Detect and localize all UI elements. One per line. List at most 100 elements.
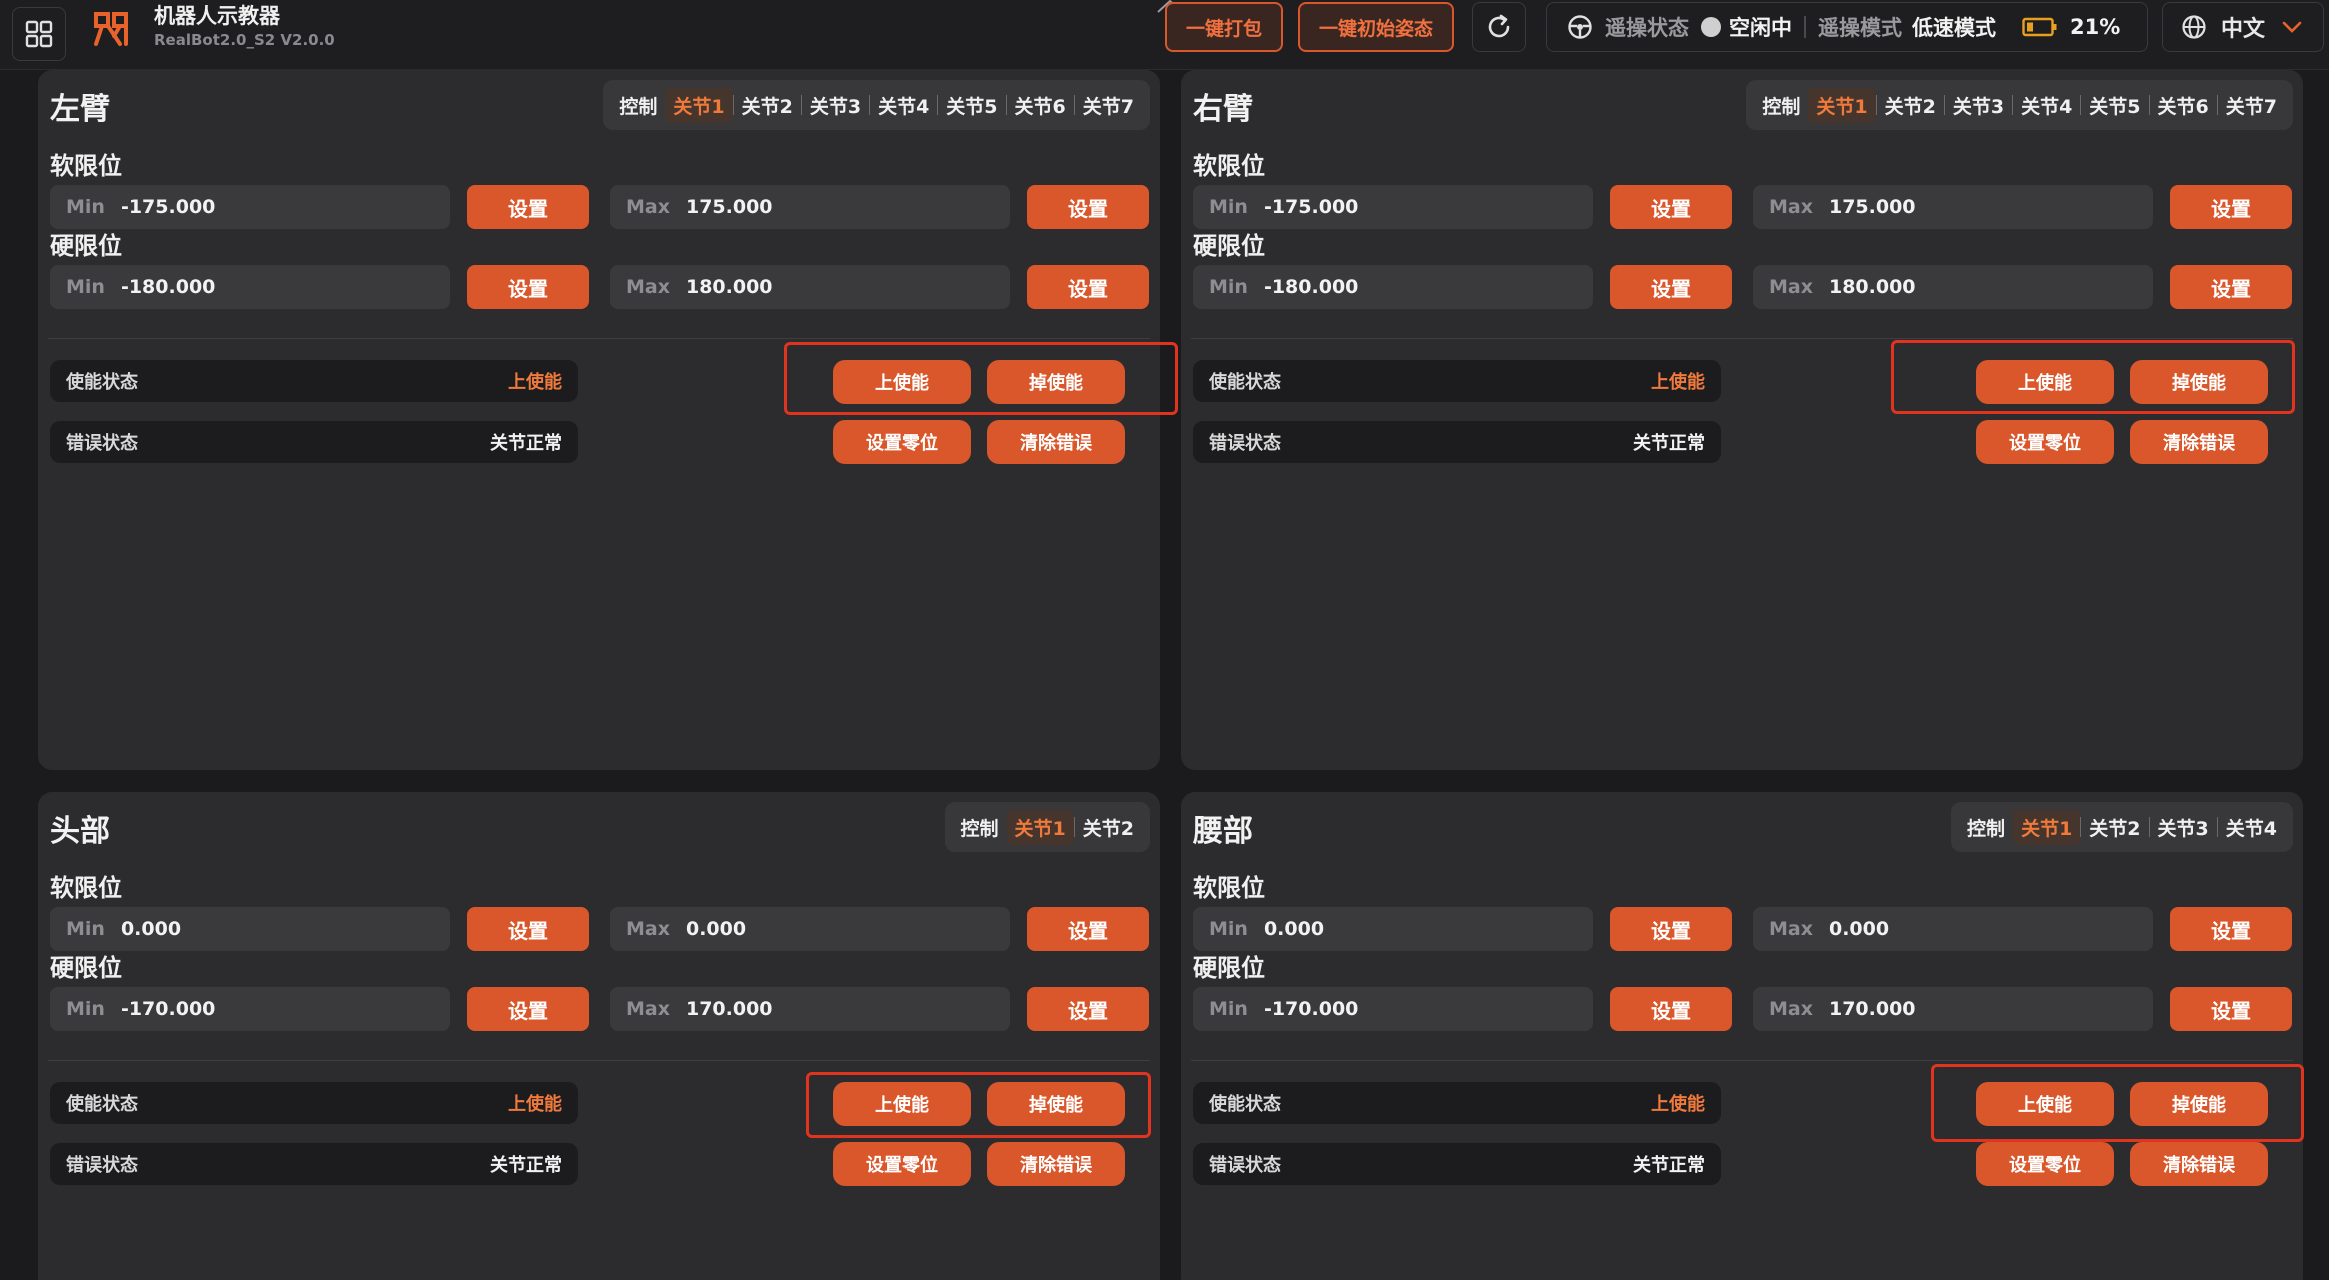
tab-joint-4[interactable]: 关节4 (2013, 88, 2080, 123)
max-label: Max (626, 276, 670, 298)
soft-min-field[interactable]: Min 0.000 (1193, 907, 1593, 951)
hard-max-value: 180.000 (1828, 276, 1916, 298)
set-zero-button[interactable]: 设置零位 (1976, 420, 2114, 464)
one-click-pack-button[interactable]: 一键打包 (1165, 2, 1283, 52)
set-hard-min-button[interactable]: 设置 (1610, 265, 1732, 309)
clear-error-button[interactable]: 清除错误 (987, 420, 1125, 464)
soft-max-field[interactable]: Max 175.000 (1753, 185, 2153, 229)
joint-tabs: 控制 关节1 关节2 关节3 关节4 关节5 关节6 关节7 (1746, 80, 2293, 130)
tab-control[interactable]: 控制 (611, 88, 665, 123)
hard-min-field[interactable]: Min -170.000 (50, 987, 450, 1031)
tab-joint-7[interactable]: 关节7 (1075, 88, 1142, 123)
set-soft-min-button[interactable]: 设置 (1610, 185, 1732, 229)
tab-control[interactable]: 控制 (953, 810, 1007, 845)
tab-joint-6[interactable]: 关节6 (2150, 88, 2217, 123)
set-hard-max-button[interactable]: 设置 (2170, 987, 2292, 1031)
max-label: Max (626, 998, 670, 1020)
set-zero-button[interactable]: 设置零位 (1976, 1142, 2114, 1186)
error-state-label: 错误状态 (66, 433, 138, 454)
min-label: Min (66, 998, 105, 1020)
clear-error-button[interactable]: 清除错误 (2130, 420, 2268, 464)
hard-max-field[interactable]: Max 180.000 (610, 265, 1010, 309)
soft-max-value: 175.000 (685, 196, 773, 218)
set-soft-max-button[interactable]: 设置 (1027, 185, 1149, 229)
set-hard-min-button[interactable]: 设置 (467, 987, 589, 1031)
soft-min-value: -175.000 (120, 196, 216, 218)
set-hard-max-button[interactable]: 设置 (1027, 265, 1149, 309)
soft-max-field[interactable]: Max 0.000 (1753, 907, 2153, 951)
highlight-box (1931, 1064, 2304, 1142)
set-soft-min-button[interactable]: 设置 (467, 185, 589, 229)
teleop-mode-label: 遥操模式 (1818, 16, 1902, 40)
language-selector[interactable]: 中文 (2162, 2, 2324, 52)
max-label: Max (626, 196, 670, 218)
soft-limit-label: 软限位 (1193, 874, 1265, 902)
set-zero-button[interactable]: 设置零位 (833, 1142, 971, 1186)
hard-min-field[interactable]: Min -180.000 (50, 265, 450, 309)
soft-min-field[interactable]: Min -175.000 (50, 185, 450, 229)
hard-max-field[interactable]: Max 170.000 (1753, 987, 2153, 1031)
min-label: Min (1209, 918, 1248, 940)
tab-joint-7[interactable]: 关节7 (2218, 88, 2285, 123)
tab-joint-1[interactable]: 关节1 (665, 87, 733, 123)
set-soft-max-button[interactable]: 设置 (1027, 907, 1149, 951)
tab-joint-6[interactable]: 关节6 (1007, 88, 1074, 123)
enable-state-label: 使能状态 (1209, 372, 1281, 393)
set-soft-max-button[interactable]: 设置 (2170, 907, 2292, 951)
enable-state-value: 上使能 (1651, 1094, 1705, 1115)
set-soft-max-button[interactable]: 设置 (2170, 185, 2292, 229)
tab-joint-3[interactable]: 关节3 (802, 88, 869, 123)
tab-joint-5[interactable]: 关节5 (938, 88, 1005, 123)
error-state-row: 错误状态 关节正常 (50, 421, 578, 463)
max-label: Max (626, 918, 670, 940)
tab-joint-1[interactable]: 关节1 (2013, 809, 2081, 845)
language-value: 中文 (2221, 17, 2266, 42)
soft-limit-label: 软限位 (50, 874, 122, 902)
tab-joint-1[interactable]: 关节1 (1006, 809, 1074, 845)
tab-control[interactable]: 控制 (1959, 810, 2013, 845)
max-label: Max (1769, 196, 1813, 218)
tab-control[interactable]: 控制 (1754, 88, 1808, 123)
tab-joint-2[interactable]: 关节2 (2081, 810, 2148, 845)
tab-joint-5[interactable]: 关节5 (2081, 88, 2148, 123)
set-hard-max-button[interactable]: 设置 (2170, 265, 2292, 309)
tab-joint-2[interactable]: 关节2 (1075, 810, 1142, 845)
soft-min-field[interactable]: Min -175.000 (1193, 185, 1593, 229)
tab-joint-2[interactable]: 关节2 (1877, 88, 1944, 123)
soft-max-value: 175.000 (1828, 196, 1916, 218)
set-hard-min-button[interactable]: 设置 (467, 265, 589, 309)
enable-state-label: 使能状态 (1209, 1094, 1281, 1115)
hard-min-field[interactable]: Min -180.000 (1193, 265, 1593, 309)
hard-max-field[interactable]: Max 170.000 (610, 987, 1010, 1031)
set-zero-button[interactable]: 设置零位 (833, 420, 971, 464)
error-state-value: 关节正常 (490, 433, 562, 454)
soft-min-field[interactable]: Min 0.000 (50, 907, 450, 951)
app-version: RealBot2.0_S2 V2.0.0 (154, 31, 335, 49)
set-soft-min-button[interactable]: 设置 (1610, 907, 1732, 951)
tab-joint-3[interactable]: 关节3 (1945, 88, 2012, 123)
hard-min-field[interactable]: Min -170.000 (1193, 987, 1593, 1031)
set-hard-min-button[interactable]: 设置 (1610, 987, 1732, 1031)
tab-joint-1[interactable]: 关节1 (1808, 87, 1876, 123)
soft-max-field[interactable]: Max 175.000 (610, 185, 1010, 229)
hard-min-value: -170.000 (120, 998, 216, 1020)
joint-panel-3: 头部 控制 关节1 关节2 软限位 Min 0.000 设置 Max 0.000 设置 … (38, 792, 1160, 1280)
set-soft-min-button[interactable]: 设置 (467, 907, 589, 951)
tab-joint-3[interactable]: 关节3 (2150, 810, 2217, 845)
one-click-init-pose-button[interactable]: 一键初始姿态 (1298, 2, 1454, 52)
steering-wheel-icon (1568, 15, 1592, 39)
tab-joint-4[interactable]: 关节4 (2218, 810, 2285, 845)
tab-joint-4[interactable]: 关节4 (870, 88, 937, 123)
set-hard-max-button[interactable]: 设置 (1027, 987, 1149, 1031)
min-label: Min (1209, 276, 1248, 298)
clear-error-button[interactable]: 清除错误 (987, 1142, 1125, 1186)
soft-max-field[interactable]: Max 0.000 (610, 907, 1010, 951)
hard-max-value: 170.000 (685, 998, 773, 1020)
tab-joint-2[interactable]: 关节2 (734, 88, 801, 123)
hard-max-field[interactable]: Max 180.000 (1753, 265, 2153, 309)
refresh-button[interactable] (1472, 2, 1526, 52)
app-grid-button[interactable] (12, 7, 66, 61)
divider (48, 1060, 1150, 1061)
clear-error-button[interactable]: 清除错误 (2130, 1142, 2268, 1186)
highlight-box (1891, 340, 2295, 414)
